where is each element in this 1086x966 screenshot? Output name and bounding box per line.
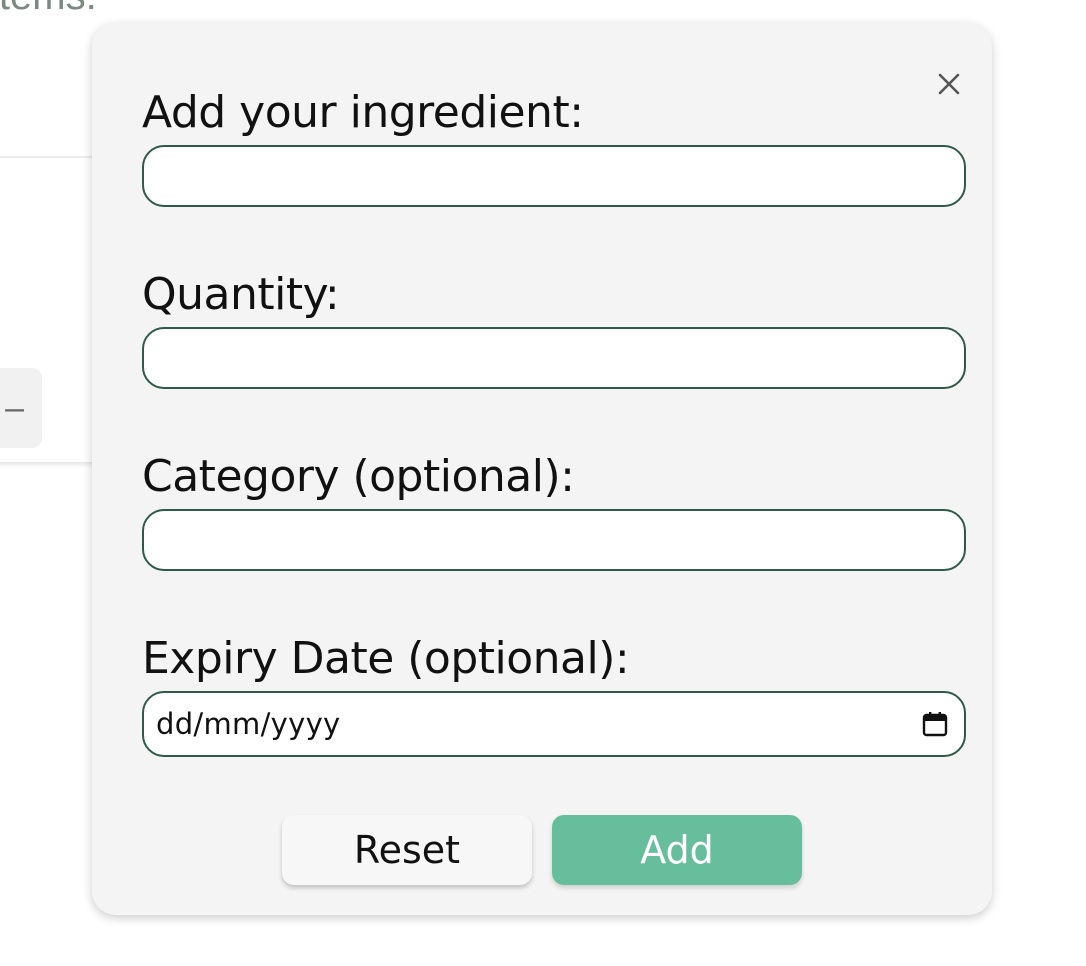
quantity-input[interactable] (142, 327, 966, 389)
quantity-field: Quantity: (142, 269, 966, 389)
expiry-date-input[interactable]: dd/mm/yyyy (142, 691, 966, 757)
background-heading: items: (0, 0, 97, 16)
form-actions: Reset Add (282, 815, 802, 885)
expiry-date-value: dd/mm/yyyy (156, 707, 341, 741)
add-ingredient-modal: Add your ingredient: Quantity: Category … (92, 23, 992, 915)
category-label: Category (optional): (142, 451, 575, 502)
background-heading-text: items: (0, 0, 97, 16)
quantity-label: Quantity: (142, 269, 340, 320)
add-button[interactable]: Add (552, 815, 802, 885)
ingredient-input[interactable] (142, 145, 966, 207)
category-field: Category (optional): (142, 451, 966, 571)
ingredient-label: Add your ingredient: (142, 87, 584, 138)
calendar-icon[interactable] (920, 709, 950, 739)
ingredient-field: Add your ingredient: (142, 87, 966, 207)
reset-button[interactable]: Reset (282, 815, 532, 885)
background-decrement-button[interactable]: – (0, 368, 42, 448)
expiry-date-field: Expiry Date (optional): dd/mm/yyyy (142, 633, 966, 757)
expiry-date-label: Expiry Date (optional): (142, 633, 630, 684)
category-input[interactable] (142, 509, 966, 571)
